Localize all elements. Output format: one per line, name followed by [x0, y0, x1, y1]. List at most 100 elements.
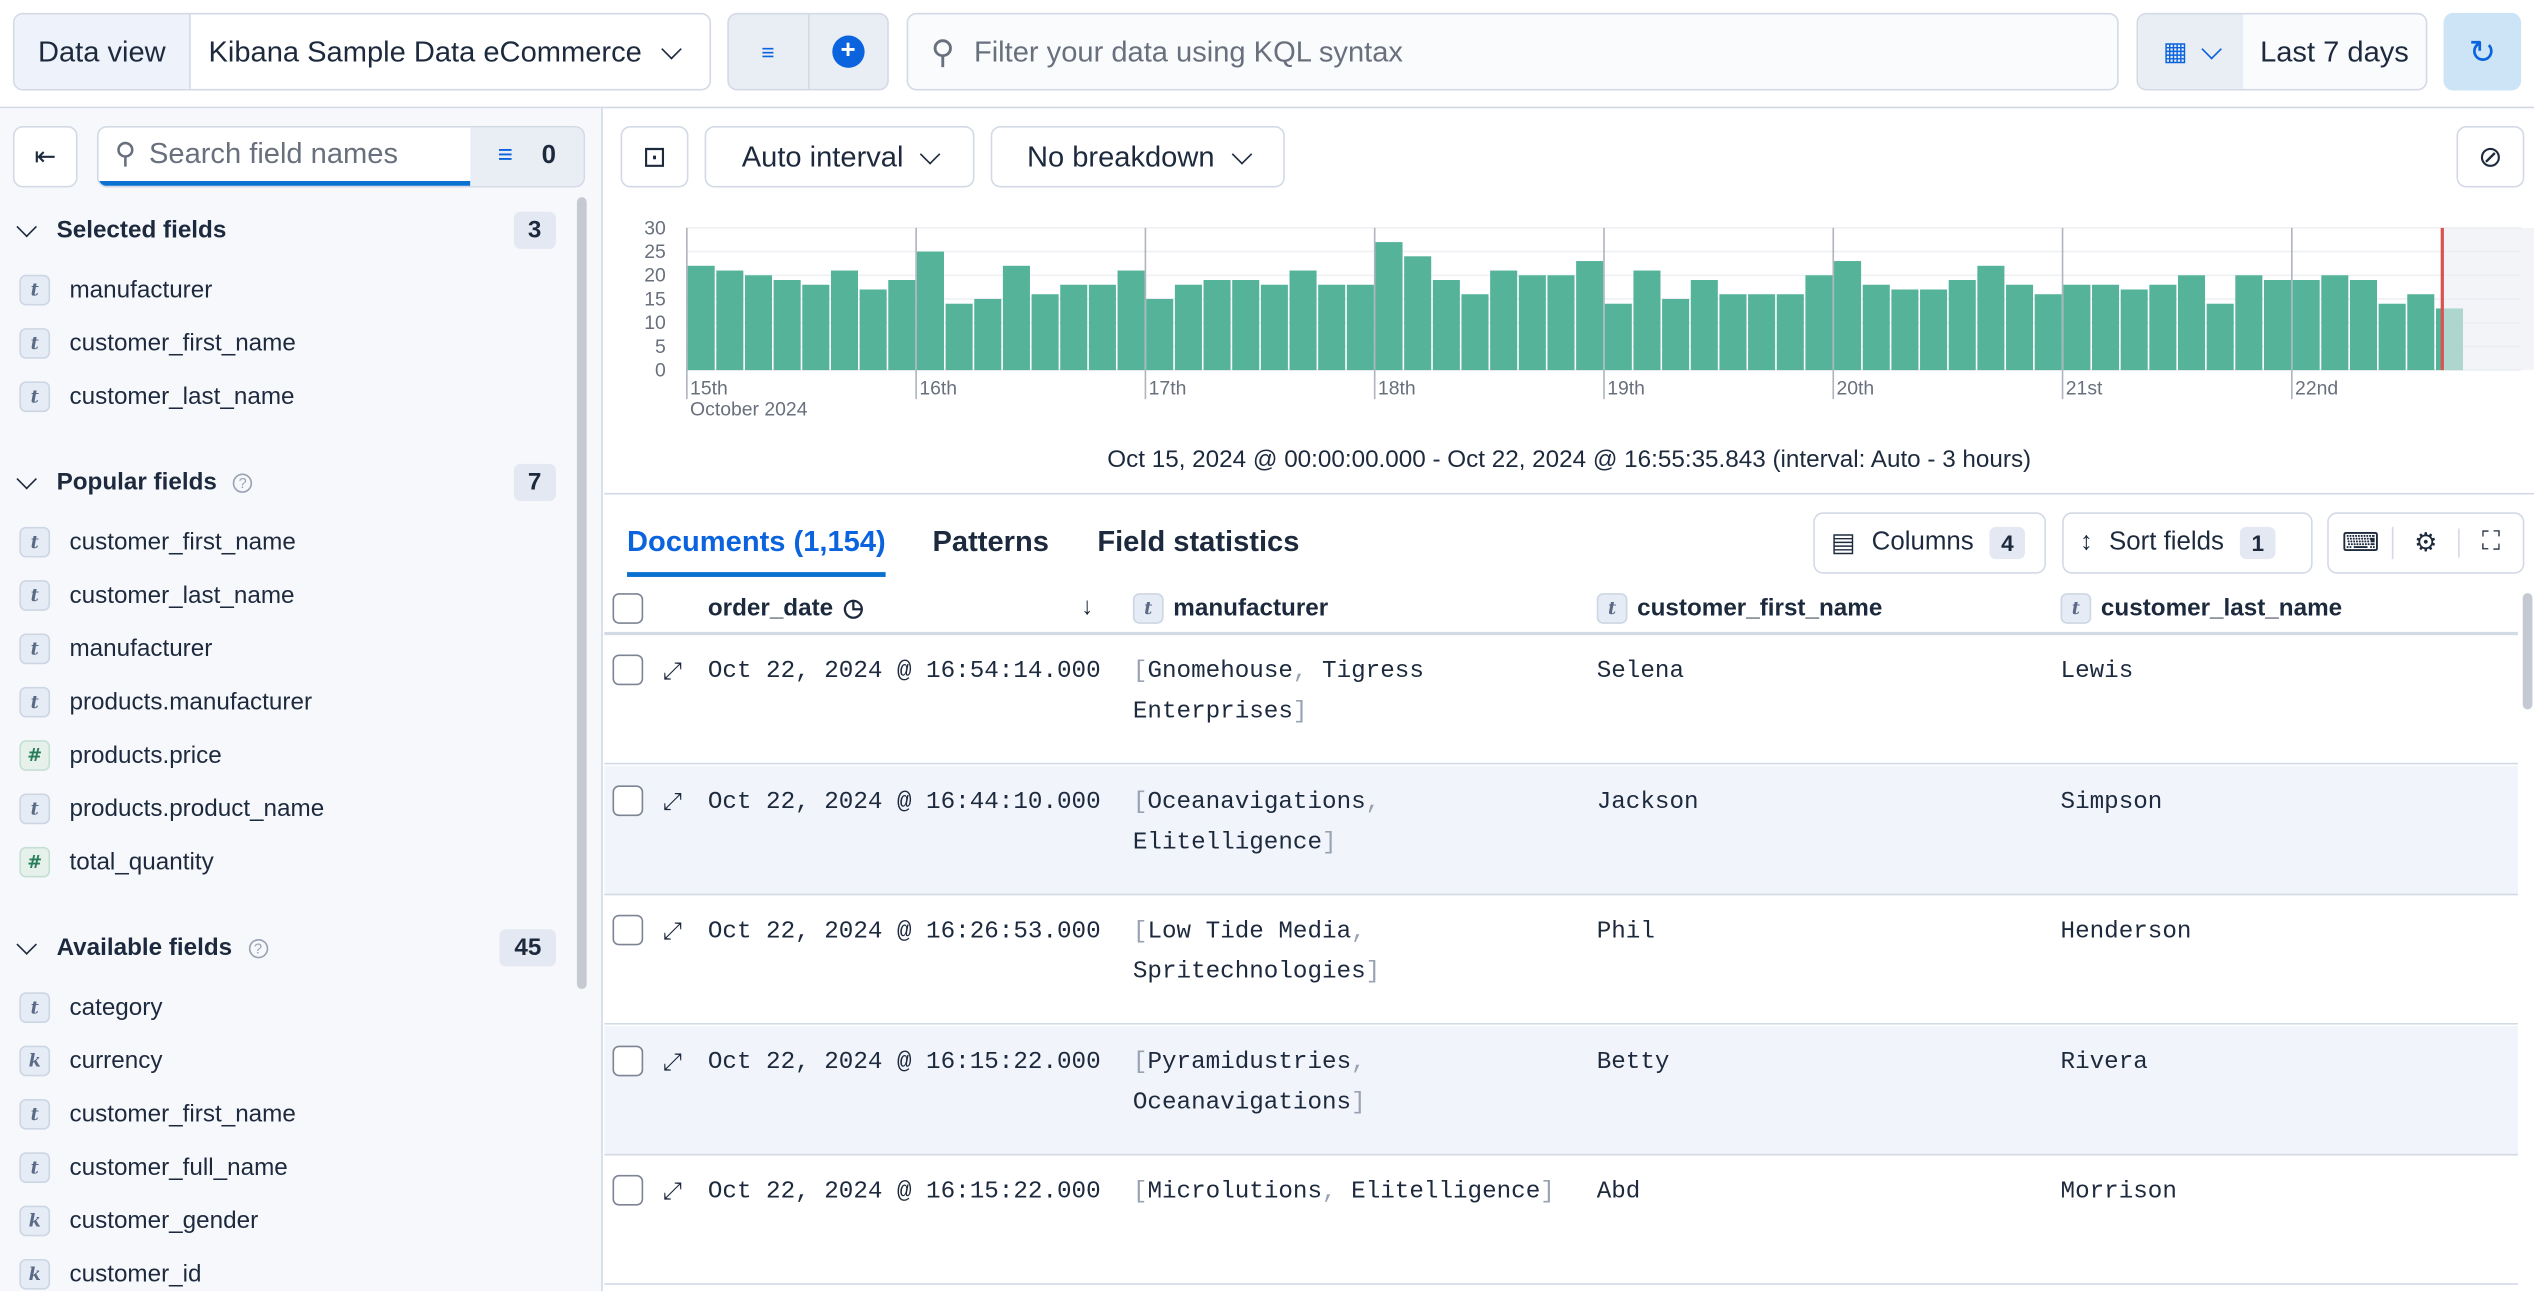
add-filter-button[interactable]: + — [809, 15, 887, 89]
table-row[interactable]: ⤢ Oct 22, 2024 @ 16:44:10.000 [Oceanavig… — [604, 765, 2518, 895]
sort-fields-button[interactable]: ↕ Sort fields 1 — [2062, 512, 2313, 574]
kql-search-input[interactable]: ⚲ Filter your data using KQL syntax — [906, 12, 2119, 91]
field-item[interactable]: t customer_last_name — [19, 580, 295, 611]
toggle-chart-button[interactable]: ⊡ — [620, 126, 689, 188]
columns-button[interactable]: ▤ Columns 4 — [1813, 512, 2046, 574]
columns-label: Columns — [1871, 528, 1974, 556]
column-header-customer-last-name[interactable]: t customer_last_name — [2060, 593, 2342, 624]
manufacturer-value: Elitelligence — [1351, 1178, 1541, 1206]
field-type-icon: # — [19, 846, 51, 878]
select-all-checkbox[interactable] — [612, 593, 644, 624]
row-checkbox[interactable] — [612, 654, 644, 686]
column-header-order-date[interactable]: order_date ◷ — [708, 593, 864, 622]
field-item[interactable]: t customer_first_name — [19, 526, 296, 558]
sidebar-scrollbar[interactable] — [576, 197, 587, 990]
table-header: order_date ◷ ↓ t manufacturer t customer_fi… — [604, 585, 2518, 636]
field-item[interactable]: t customer_full_name — [19, 1152, 288, 1183]
refresh-button[interactable]: ↻ — [2443, 12, 2522, 91]
field-type-icon: t — [19, 1152, 51, 1183]
row-checkbox[interactable] — [612, 1174, 644, 1206]
field-item[interactable]: t manufacturer — [19, 274, 213, 306]
table-row[interactable]: ⤢ Oct 22, 2024 @ 16:26:53.000 [Low Tide … — [604, 895, 2518, 1025]
search-icon: ⚲ — [114, 137, 137, 170]
divider — [604, 492, 2534, 495]
field-item[interactable]: k customer_id — [19, 1258, 202, 1290]
tab-field-statistics[interactable]: Field statistics — [1097, 525, 1299, 572]
field-item[interactable]: t products.manufacturer — [19, 686, 312, 718]
order-date-cell: Oct 22, 2024 @ 16:15:22.000 — [707, 1178, 1101, 1206]
y-tick-label: 30 — [644, 217, 666, 239]
chart-options-button[interactable]: ⊘ — [2456, 126, 2525, 188]
row-checkbox[interactable] — [612, 1044, 644, 1076]
histogram-bar — [1404, 256, 1432, 371]
table-row[interactable]: ⤢ Oct 22, 2024 @ 16:15:22.000 [Pyramidus… — [604, 1025, 2518, 1155]
field-search[interactable]: ⚲ Search field names ≡ 0 — [96, 126, 586, 188]
field-item[interactable]: t category — [19, 992, 162, 1023]
keyboard-icon[interactable]: ⌨ — [2329, 527, 2393, 559]
histogram-bar — [1232, 280, 1260, 371]
field-item[interactable]: t manufacturer — [19, 633, 212, 665]
table-row[interactable]: ⤢ Oct 22, 2024 @ 16:15:22.000 [Microluti… — [604, 1156, 2518, 1285]
histogram-bar — [2006, 284, 2034, 371]
date-picker[interactable]: ▦ Last 7 days — [2136, 12, 2428, 91]
first-name-cell: Jackson — [1596, 787, 1699, 816]
histogram-bar — [2120, 289, 2148, 371]
tab-documents[interactable]: Documents (1,154) — [627, 525, 886, 577]
table-row[interactable]: ⤢ Oct 22, 2024 @ 16:54:14.000 [Gnomehous… — [604, 635, 2518, 765]
histogram-bar — [2063, 284, 2091, 371]
time-range-summary: Oct 15, 2024 @ 00:00:00.000 - Oct 22, 20… — [1107, 446, 2032, 474]
field-item[interactable]: t customer_last_name — [19, 381, 295, 413]
fullscreen-icon[interactable]: ⛶ — [2457, 528, 2523, 558]
histogram-bar — [1002, 265, 1030, 371]
column-header-manufacturer[interactable]: t manufacturer — [1132, 593, 1328, 624]
row-checkbox[interactable] — [612, 914, 644, 946]
quick-select-button[interactable]: ▦ — [2138, 14, 2244, 89]
expand-row-icon[interactable]: ⤢ — [663, 911, 682, 951]
field-search-input[interactable]: ⚲ Search field names — [98, 128, 471, 186]
y-tick-label: 0 — [655, 360, 666, 382]
field-item[interactable]: k customer_gender — [19, 1205, 258, 1237]
field-item[interactable]: t customer_first_name — [19, 1098, 296, 1130]
data-view-picker[interactable]: Data view Kibana Sample Data eCommerce — [12, 12, 712, 91]
time-range-display[interactable]: Last 7 days — [2243, 15, 2426, 89]
expand-row-icon[interactable]: ⤢ — [663, 1042, 682, 1082]
collapse-sidebar-button[interactable]: ⇤ — [12, 126, 78, 188]
interval-select[interactable]: Auto interval — [704, 126, 975, 188]
field-item[interactable]: t customer_first_name — [19, 328, 296, 359]
breakdown-select[interactable]: No breakdown — [990, 126, 1285, 188]
histogram-bar — [1318, 284, 1346, 371]
manufacturer-value: Spritechnologies — [1132, 958, 1366, 986]
tab-patterns[interactable]: Patterns — [932, 525, 1048, 572]
expand-row-icon[interactable]: ⤢ — [663, 651, 682, 691]
field-name: currency — [69, 1047, 163, 1075]
histogram-bar — [1432, 280, 1460, 371]
column-header-customer-first-name[interactable]: t customer_first_name — [1596, 593, 1882, 624]
first-name-cell: Phil — [1596, 917, 1655, 946]
first-name-cell: Betty — [1596, 1048, 1670, 1076]
columns-icon: ▤ — [1831, 530, 1856, 558]
field-name: manufacturer — [69, 276, 213, 304]
section-popular-fields[interactable]: Popular fields? 7 — [16, 463, 556, 501]
field-name: customer_first_name — [69, 1100, 296, 1129]
sort-descending-icon[interactable]: ↓ — [1081, 593, 1093, 620]
x-tick-label: 21st — [2066, 377, 2103, 399]
table-scrollbar[interactable] — [2522, 593, 2533, 710]
field-item[interactable]: k currency — [19, 1045, 163, 1077]
filter-menu-button[interactable]: ≡ — [729, 14, 809, 89]
section-selected-fields[interactable]: Selected fields 3 — [16, 211, 556, 249]
histogram-bar — [888, 280, 916, 371]
row-checkbox[interactable] — [612, 784, 644, 816]
field-item[interactable]: # total_quantity — [19, 846, 214, 878]
section-available-fields[interactable]: Available fields? 45 — [16, 929, 556, 967]
histogram-bar — [1948, 280, 1976, 371]
field-type-icon: t — [19, 580, 51, 611]
expand-row-icon[interactable]: ⤢ — [663, 781, 682, 821]
text-type-icon: t — [1132, 593, 1164, 624]
x-tick-label: 17th — [1149, 377, 1187, 399]
field-item[interactable]: # products.price — [19, 740, 222, 771]
field-item[interactable]: t products.product_name — [19, 793, 324, 825]
expand-row-icon[interactable]: ⤢ — [663, 1172, 682, 1212]
field-filter-button[interactable]: ≡ 0 — [470, 127, 584, 186]
last-name-cell: Simpson — [2060, 787, 2163, 816]
display-settings-icon[interactable]: ⚙ — [2392, 526, 2457, 560]
